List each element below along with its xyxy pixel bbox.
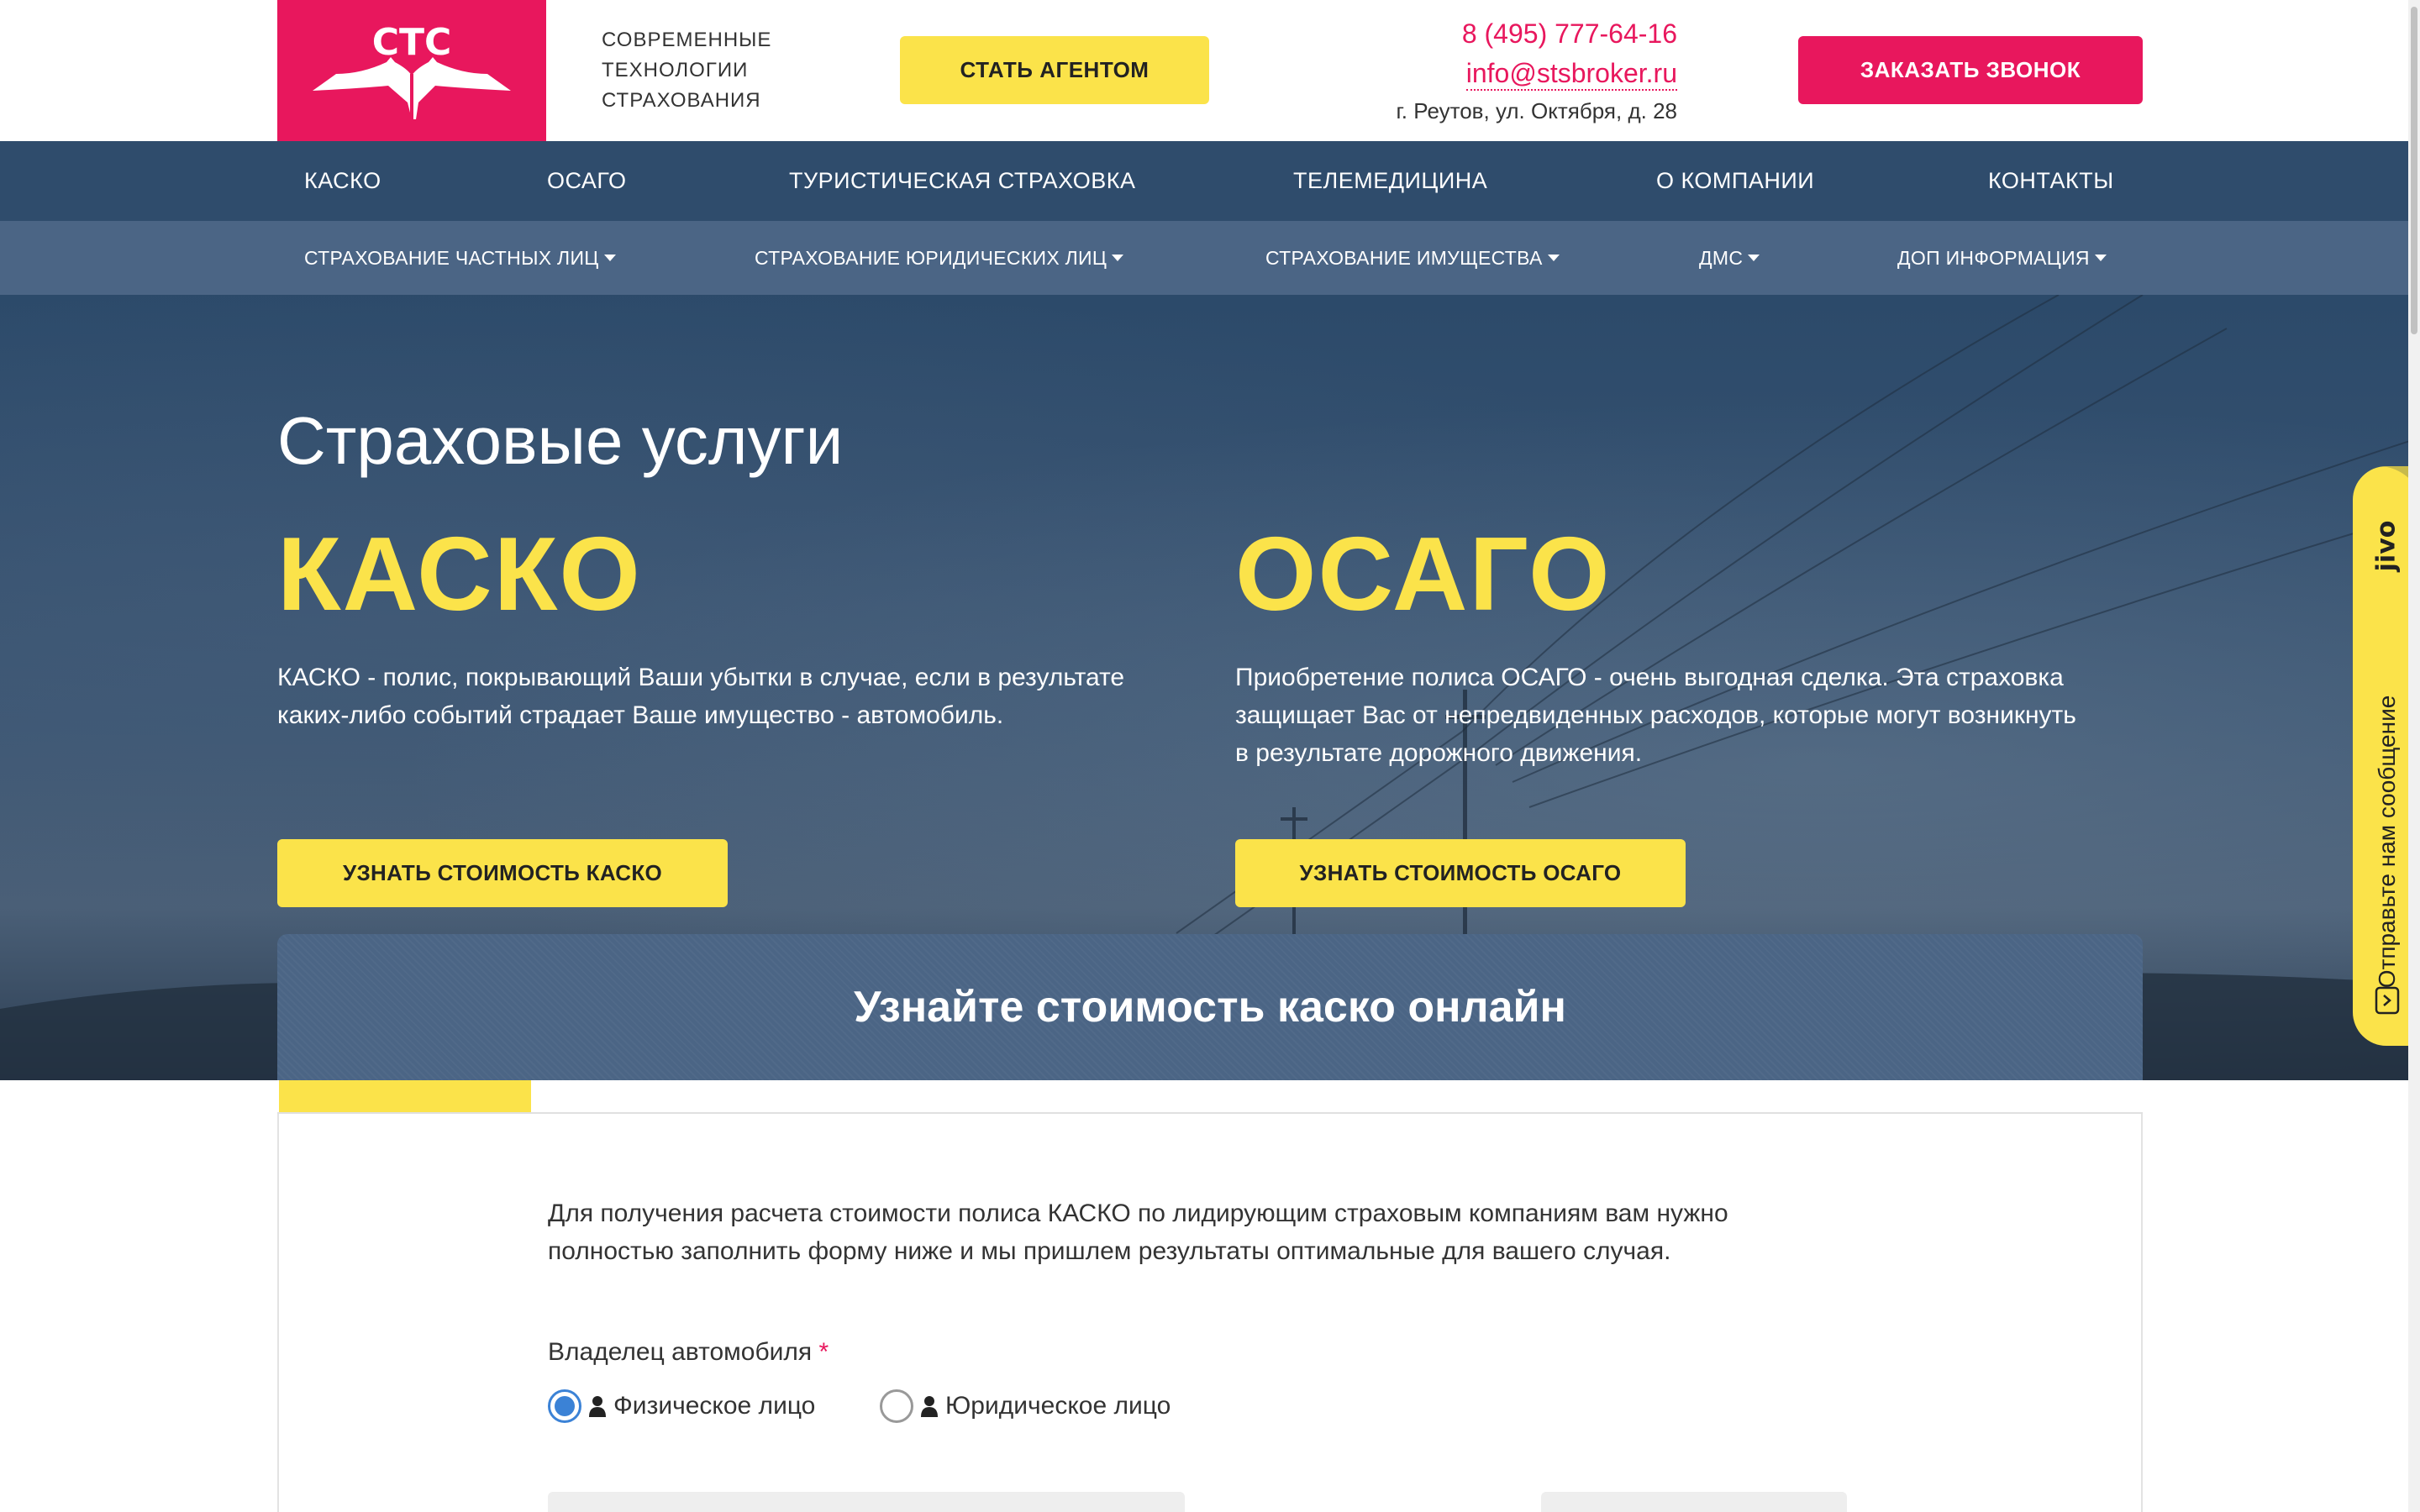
subnav-label: СТРАХОВАНИЕ ЧАСТНЫХ ЛИЦ — [304, 247, 599, 269]
calc-tabs — [277, 1080, 2143, 1114]
logo-text: СТС — [372, 21, 452, 64]
subnav-label: ДОП ИНФОРМАЦИЯ — [1897, 247, 2090, 269]
subnav-dms[interactable]: ДМС — [1699, 221, 1760, 295]
chat-bubble-icon — [2375, 986, 2400, 1015]
calc-intro-text: Для получения расчета стоимости полиса К… — [548, 1200, 1728, 1265]
subnav-additional-info[interactable]: ДОП ИНФОРМАЦИЯ — [1897, 221, 2107, 295]
calc-tab-active-indicator[interactable] — [279, 1080, 531, 1112]
caret-down-icon — [1547, 254, 1560, 261]
caret-down-icon — [1748, 254, 1760, 261]
form-input-partial[interactable] — [548, 1492, 1185, 1512]
calc-title: Узнайте стоимость каско онлайн — [854, 983, 1566, 1032]
jivo-send-message-label[interactable]: Отправьте нам сообщение — [2374, 696, 2401, 989]
nav-item-travel-insurance[interactable]: ТУРИСТИЧЕСКАЯ СТРАХОВКА — [789, 141, 1135, 221]
subnav-property-insurance[interactable]: СТРАХОВАНИЕ ИМУЩЕСТВА — [1265, 221, 1560, 295]
owner-label-text: Владелец автомобиля — [548, 1338, 813, 1366]
become-agent-button[interactable]: СТАТЬ АГЕНТОМ — [900, 36, 1209, 104]
tagline-line: страхования — [602, 89, 761, 112]
nav-item-telemedicine[interactable]: ТЕЛЕМЕДИЦИНА — [1293, 141, 1487, 221]
scrollbar-thumb[interactable] — [2411, 7, 2417, 334]
phone-link[interactable]: 8 (495) 777-64-16 — [1462, 18, 1677, 50]
kasko-heading: КАСКО — [277, 517, 642, 633]
calc-panel-header: Узнайте стоимость каско онлайн — [277, 934, 2143, 1080]
option-label: Физическое лицо — [613, 1392, 816, 1420]
option-label: Юридическое лицо — [945, 1392, 1171, 1420]
osago-price-button[interactable]: УЗНАТЬ СТОИМОСТЬ ОСАГО — [1235, 839, 1686, 907]
subnav-private-insurance[interactable]: СТРАХОВАНИЕ ЧАСТНЫХ ЛИЦ — [304, 221, 616, 295]
caret-down-icon — [2094, 254, 2107, 261]
radio-individual[interactable] — [548, 1389, 581, 1423]
subnav-label: СТРАХОВАНИЕ ЮРИДИЧЕСКИХ ЛИЦ — [755, 247, 1107, 269]
company-address: г. Реутов, ул. Октября, д. 28 — [1396, 98, 1677, 123]
site-header: СТС Современные технологии страхования С… — [0, 0, 2420, 141]
osago-description: Приобретение полиса ОСАГО - очень выгодн… — [1235, 664, 2076, 767]
form-input-partial[interactable] — [1541, 1492, 1847, 1512]
user-icon — [921, 1396, 938, 1417]
owner-option-individual[interactable]: Физическое лицо — [548, 1386, 815, 1426]
nav-item-osago[interactable]: ОСАГО — [547, 141, 627, 221]
order-callback-button[interactable]: ЗАКАЗАТЬ ЗВОНОК — [1798, 36, 2143, 104]
required-mark: * — [818, 1338, 829, 1366]
tagline-line: Современные — [602, 29, 772, 51]
company-tagline: Современные технологии страхования — [602, 25, 820, 116]
jivo-brand: jivo — [2372, 521, 2402, 573]
osago-heading: ОСАГО — [1235, 517, 1612, 633]
hero-title: Страховые услуги — [277, 403, 844, 478]
user-icon — [589, 1396, 606, 1417]
caret-down-icon — [1112, 254, 1124, 261]
nav-item-contacts[interactable]: КОНТАКТЫ — [1988, 141, 2114, 221]
kasko-description: КАСКО - полис, покрывающий Ваши убытки в… — [277, 664, 1125, 729]
kasko-price-button[interactable]: УЗНАТЬ СТОИМОСТЬ КАСКО — [277, 839, 728, 907]
email-link[interactable]: info@stsbroker.ru — [1465, 57, 1677, 91]
owner-option-legal-entity[interactable]: Юридическое лицо — [880, 1386, 1171, 1426]
subnav-label: ДМС — [1699, 247, 1744, 269]
calc-form-body — [277, 1114, 2143, 1512]
company-logo[interactable]: СТС — [277, 0, 546, 141]
logo-emblem-icon: СТС — [313, 21, 511, 119]
nav-item-kasko[interactable]: КАСКО — [304, 141, 381, 221]
caret-down-icon — [603, 254, 616, 261]
main-nav: КАСКО ОСАГО ТУРИСТИЧЕСКАЯ СТРАХОВКА ТЕЛЕ… — [0, 141, 2420, 221]
subnav-corporate-insurance[interactable]: СТРАХОВАНИЕ ЮРИДИЧЕСКИХ ЛИЦ — [755, 221, 1124, 295]
subnav-label: СТРАХОВАНИЕ ИМУЩЕСТВА — [1265, 247, 1543, 269]
owner-field-label: Владелец автомобиля * — [548, 1338, 829, 1367]
nav-item-about[interactable]: О КОМПАНИИ — [1656, 141, 1814, 221]
tagline-line: технологии — [602, 59, 749, 81]
radio-legal-entity[interactable] — [880, 1389, 913, 1423]
sub-nav: СТРАХОВАНИЕ ЧАСТНЫХ ЛИЦ СТРАХОВАНИЕ ЮРИД… — [0, 221, 2420, 295]
